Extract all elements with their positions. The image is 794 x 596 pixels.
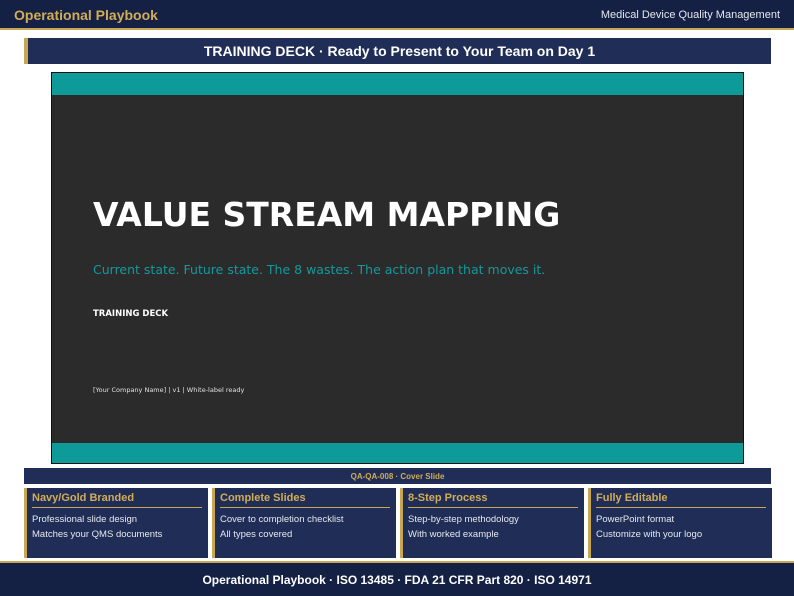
feature-card-title: Complete Slides — [220, 492, 390, 508]
feature-card-branded: Navy/Gold Branded Professional slide des… — [24, 488, 208, 558]
slide-label: TRAINING DECK — [93, 309, 169, 319]
slide-top-band — [52, 73, 743, 95]
banner-text: TRAINING DECK · Ready to Present to Your… — [203, 43, 596, 59]
feature-card-editable: Fully Editable PowerPoint format Customi… — [588, 488, 772, 558]
training-deck-banner: TRAINING DECK · Ready to Present to Your… — [24, 38, 771, 64]
feature-card-title: Fully Editable — [596, 492, 766, 508]
slide-footer: [Your Company Name] | v1 | White-label r… — [93, 386, 245, 394]
feature-card-line: Professional slide design — [32, 514, 138, 525]
feature-card-process: 8-Step Process Step-by-step methodology … — [400, 488, 584, 558]
feature-card-title: Navy/Gold Branded — [32, 492, 202, 508]
feature-card-line: Matches your QMS documents — [32, 529, 163, 540]
slide-caption: QA-QA-008 · Cover Slide — [24, 468, 771, 484]
feature-card-title: 8-Step Process — [408, 492, 578, 508]
feature-card-line: Cover to completion checklist — [220, 514, 344, 525]
brand-title: Operational Playbook — [14, 7, 158, 23]
top-header-bar: Operational Playbook Medical Device Qual… — [0, 0, 794, 30]
caption-text: QA-QA-008 · Cover Slide — [350, 471, 445, 481]
slide-title: VALUE STREAM MAPPING — [93, 195, 561, 234]
header-subtitle: Medical Device Quality Management — [600, 9, 780, 21]
feature-card-slides: Complete Slides Cover to completion chec… — [212, 488, 396, 558]
footer-text: Operational Playbook · ISO 13485 · FDA 2… — [202, 572, 592, 587]
feature-card-line: With worked example — [408, 529, 499, 540]
feature-card-line: PowerPoint format — [596, 514, 675, 525]
slide-subtitle: Current state. Future state. The 8 waste… — [93, 262, 546, 277]
feature-card-line: Step-by-step methodology — [408, 514, 519, 525]
slide-bottom-band — [52, 443, 743, 463]
slide-preview: VALUE STREAM MAPPING Current state. Futu… — [51, 72, 744, 464]
feature-cards: Navy/Gold Branded Professional slide des… — [24, 488, 772, 558]
feature-card-line: Customize with your logo — [596, 529, 703, 540]
bottom-footer-bar: Operational Playbook · ISO 13485 · FDA 2… — [0, 561, 794, 596]
feature-card-line: All types covered — [220, 529, 293, 540]
